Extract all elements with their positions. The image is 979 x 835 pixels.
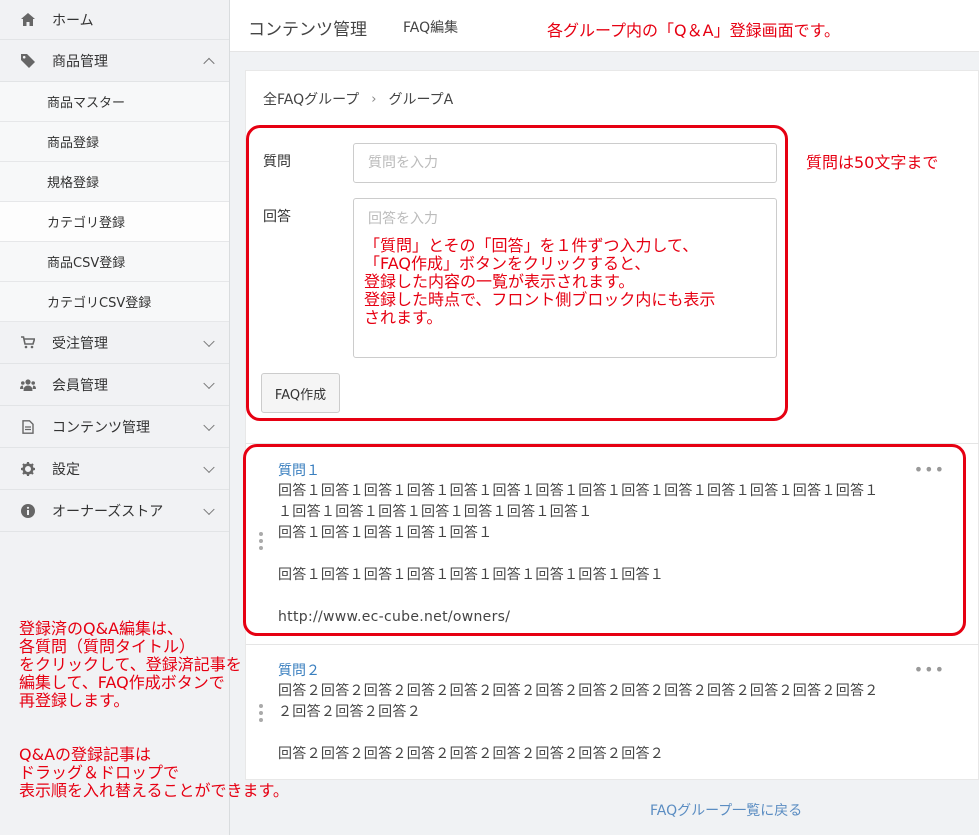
sidebar-item-label: 受注管理 xyxy=(52,335,108,352)
chevron-down-icon xyxy=(203,419,215,431)
annotation-form-help: 「質問」とその「回答」を１件ずつ入力して、 「FAQ作成」ボタンをクリックすると… xyxy=(364,236,716,327)
chevron-down-icon xyxy=(203,503,215,515)
cart-icon xyxy=(20,335,36,351)
chevron-down-icon xyxy=(203,335,215,347)
sidebar-item-products[interactable]: 商品管理 xyxy=(0,40,229,82)
gear-icon xyxy=(20,461,36,477)
sidebar-item-label: オーナーズストア xyxy=(52,503,164,520)
breadcrumb-current: グループA xyxy=(388,92,454,108)
annotation-question-limit: 質問は50文字まで xyxy=(806,153,939,172)
annotation-drag-help: Q&Aの登録記事は ドラッグ＆ドロップで 表示順を入れ替えることができます。 xyxy=(19,745,289,800)
faq-list-item[interactable]: 質問２ ••• 回答２回答２回答２回答２回答２回答２回答２回答２回答２回答２回答… xyxy=(246,645,979,780)
faq-answer-text: 回答２回答２回答２回答２回答２回答２回答２回答２回答２回答２回答２回答２回答２回… xyxy=(278,683,879,762)
back-to-faq-groups-link[interactable]: FAQグループ一覧に戻る xyxy=(650,800,802,820)
home-icon xyxy=(20,12,36,28)
breadcrumb: 全FAQグループ › グループA xyxy=(263,89,453,109)
info-icon xyxy=(20,503,36,519)
document-icon xyxy=(20,419,36,435)
drag-handle-icon[interactable] xyxy=(259,704,263,725)
sidebar-item-settings[interactable]: 設定 xyxy=(0,448,229,490)
more-options-icon[interactable]: ••• xyxy=(914,660,945,679)
sidebar-item-label: 設定 xyxy=(52,461,80,478)
page-title: コンテンツ管理 xyxy=(248,20,367,40)
chevron-down-icon xyxy=(203,377,215,389)
sidebar-subitem-product-csv[interactable]: 商品CSV登録 xyxy=(0,242,229,282)
users-icon xyxy=(20,377,36,393)
faq-question-link[interactable]: 質問２ xyxy=(278,660,320,680)
annotation-box-faq-item xyxy=(243,444,966,636)
chevron-right-icon: › xyxy=(371,91,377,107)
chevron-up-icon xyxy=(203,57,215,69)
sidebar-item-label: ホーム xyxy=(52,12,94,29)
sidebar-item-owners-store[interactable]: オーナーズストア xyxy=(0,490,229,532)
sidebar-subitem-spec-register[interactable]: 規格登録 xyxy=(0,162,229,202)
sidebar-subitem-product-register[interactable]: 商品登録 xyxy=(0,122,229,162)
sidebar-item-label: 会員管理 xyxy=(52,377,108,394)
sidebar-item-home[interactable]: ホーム xyxy=(0,0,229,40)
sidebar-subitem-product-master[interactable]: 商品マスター xyxy=(0,82,229,122)
annotation-top: 各グループ内の「Q＆A」登録画面です。 xyxy=(547,21,840,40)
sidebar-subitem-category-csv[interactable]: カテゴリCSV登録 xyxy=(0,282,229,322)
page-subtitle: FAQ編集 xyxy=(403,20,459,36)
breadcrumb-root-link[interactable]: 全FAQグループ xyxy=(263,89,359,109)
annotation-edit-help: 登録済のQ&A編集は、 各質問（質問タイトル） をクリックして、登録済記事を 編… xyxy=(19,619,242,710)
sidebar-item-label: コンテンツ管理 xyxy=(52,419,150,436)
sidebar-subitem-category-register[interactable]: カテゴリ登録 xyxy=(0,202,229,242)
sidebar-item-label: 商品管理 xyxy=(52,53,108,70)
sidebar-item-orders[interactable]: 受注管理 xyxy=(0,322,229,364)
sidebar-item-contents[interactable]: コンテンツ管理 xyxy=(0,406,229,448)
tag-icon xyxy=(20,53,36,69)
sidebar-item-members[interactable]: 会員管理 xyxy=(0,364,229,406)
chevron-down-icon xyxy=(203,461,215,473)
